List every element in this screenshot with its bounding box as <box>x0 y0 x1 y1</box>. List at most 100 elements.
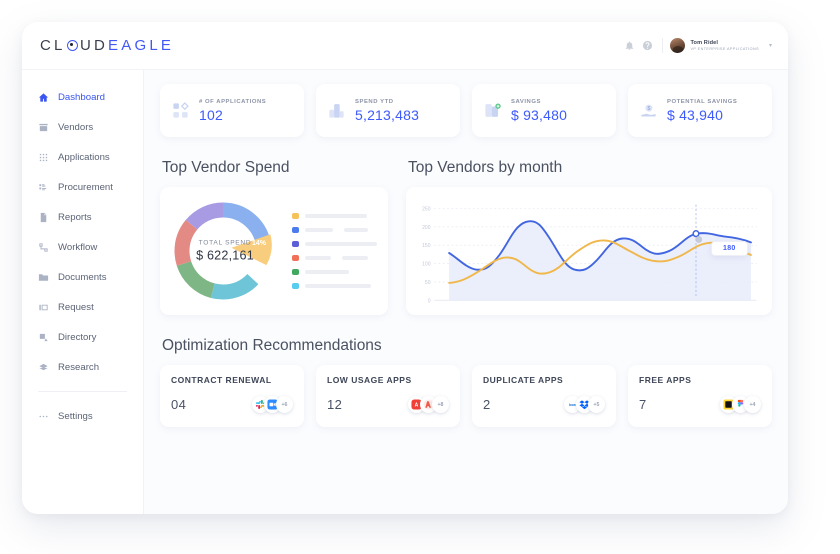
rec-title: DUPLICATE APPS <box>483 375 564 385</box>
legend-item[interactable] <box>292 254 378 262</box>
charts-titles: Top Vendor Spend Top Vendors by month <box>160 137 772 187</box>
kpi-label: SPEND YTD <box>355 98 394 105</box>
legend-swatch <box>292 240 299 248</box>
app-body: Dashboard Vendors Applications Procureme… <box>22 70 788 514</box>
kpi-label: POTENTIAL SAVINGS <box>667 98 738 105</box>
rec-count: 12 <box>327 397 343 412</box>
top-bar-right: Tom Ridel VP ENTERPRISE APPLICATIONS ▾ <box>624 38 772 53</box>
legend-item[interactable] <box>292 212 378 220</box>
rec-count: 04 <box>171 397 187 412</box>
kpi-card-potential-savings[interactable]: $ POTENTIAL SAVINGS $ 43,940 <box>628 84 772 137</box>
svg-text:100: 100 <box>422 261 431 267</box>
rec-bottom: 04 +6 <box>171 396 293 413</box>
rec-card-contract-renewal[interactable]: CONTRACT RENEWAL 04 +6 <box>160 365 304 427</box>
app-window: CL UD EAGLE Tom Ridel VP ENTERPRISE APPL… <box>22 22 788 514</box>
savings-card-icon <box>483 101 502 120</box>
rec-count: 2 <box>483 397 491 412</box>
sidebar-item-procurement[interactable]: Procurement <box>22 172 143 202</box>
sidebar-item-directory[interactable]: Directory <box>22 322 143 352</box>
app-logo[interactable]: CL UD EAGLE <box>40 37 174 54</box>
hover-point <box>692 229 700 238</box>
apps-blocks-icon <box>171 101 190 120</box>
logo-text-part3: EAGLE <box>108 37 175 54</box>
svg-text:A: A <box>415 403 419 409</box>
vendors-by-month-title: Top Vendors by month <box>408 159 563 176</box>
rec-more-badge[interactable]: +4 <box>744 396 761 413</box>
rec-apps: box +5 <box>564 396 605 413</box>
svg-text:box: box <box>569 403 576 407</box>
rec-bottom: 7 +4 <box>639 396 761 413</box>
cart-icon <box>38 182 49 193</box>
svg-text:150: 150 <box>422 243 431 249</box>
vendors-by-month-card: 250 200 150 100 50 0 180 <box>406 187 772 315</box>
rec-card-low-usage-apps[interactable]: LOW USAGE APPS 12 A +8 <box>316 365 460 427</box>
legend-item[interactable] <box>292 268 378 276</box>
charts-row: TOTAL SPEND $ 622,161 14% 250 200 150 10… <box>160 187 772 315</box>
sidebar-label-applications: Applications <box>58 151 110 163</box>
sidebar-item-workflow[interactable]: Workflow <box>22 232 143 262</box>
inbox-icon <box>38 302 49 313</box>
rec-title: CONTRACT RENEWAL <box>171 375 272 385</box>
kpi-card-spend-ytd[interactable]: SPEND YTD 5,213,483 <box>316 84 460 137</box>
legend-swatch <box>292 282 299 290</box>
sidebar-label-dashboard: Dashboard <box>58 91 105 103</box>
sidebar-item-applications[interactable]: Applications <box>22 142 143 172</box>
sidebar-label-settings: Settings <box>58 410 93 422</box>
recommendations-title: Optimization Recommendations <box>162 337 382 354</box>
sidebar-item-vendors[interactable]: Vendors <box>22 112 143 142</box>
sidebar-item-settings[interactable]: Settings <box>22 401 143 431</box>
kpi-value: 102 <box>199 106 223 123</box>
sidebar: Dashboard Vendors Applications Procureme… <box>22 70 144 514</box>
kpi-text: SPEND YTD 5,213,483 <box>355 99 419 123</box>
svg-text:200: 200 <box>422 225 431 231</box>
legend-item[interactable] <box>292 226 378 234</box>
help-icon[interactable] <box>642 40 653 51</box>
sidebar-item-reports[interactable]: Reports <box>22 202 143 232</box>
sidebar-divider <box>38 391 127 392</box>
kpi-card-savings[interactable]: SAVINGS $ 93,480 <box>472 84 616 137</box>
kpi-value: $ 93,480 <box>511 106 568 123</box>
svg-text:$: $ <box>647 106 650 112</box>
folder-icon <box>38 272 49 283</box>
rec-card-duplicate-apps[interactable]: DUPLICATE APPS 2 box +5 <box>472 365 616 427</box>
legend-bar <box>304 269 349 275</box>
legend-bar <box>304 241 377 247</box>
legend-item[interactable] <box>292 282 378 290</box>
sidebar-label-workflow: Workflow <box>58 241 98 253</box>
vendor-spend-title: Top Vendor Spend <box>162 159 290 176</box>
chevron-down-icon[interactable]: ▾ <box>769 42 772 49</box>
title-left: Top Vendor Spend <box>160 137 388 187</box>
home-icon <box>38 92 49 103</box>
rec-card-free-apps[interactable]: FREE APPS 7 +4 <box>628 365 772 427</box>
kpi-text: POTENTIAL SAVINGS $ 43,940 <box>667 99 737 123</box>
sidebar-label-request: Request <box>58 301 94 313</box>
legend-item[interactable] <box>292 240 378 248</box>
rec-apps: +6 <box>252 396 293 413</box>
bell-icon[interactable] <box>624 40 635 51</box>
sidebar-label-documents: Documents <box>58 271 107 283</box>
rec-apps: A +8 <box>408 396 449 413</box>
grid-dots-icon <box>38 152 49 163</box>
kpi-card-applications[interactable]: # OF APPLICATIONS 102 <box>160 84 304 137</box>
legend-swatch <box>292 268 299 276</box>
svg-text:0: 0 <box>428 298 431 304</box>
sidebar-item-documents[interactable]: Documents <box>22 262 143 292</box>
recommendations-row: CONTRACT RENEWAL 04 +6 LOW USAGE APPS 12… <box>160 365 772 427</box>
user-menu[interactable]: Tom Ridel VP ENTERPRISE APPLICATIONS ▾ <box>662 38 772 53</box>
rec-bottom: 2 box +5 <box>483 396 605 413</box>
rec-more-badge[interactable]: +5 <box>588 396 605 413</box>
legend-swatch <box>292 226 299 234</box>
legend-bar <box>343 227 368 233</box>
hand-coin-icon: $ <box>639 101 658 120</box>
donut-chart[interactable]: TOTAL SPEND $ 622,161 14% <box>166 192 284 310</box>
eye-circle-icon <box>66 40 78 51</box>
kpi-value: 5,213,483 <box>355 106 420 123</box>
title-right: Top Vendors by month <box>406 137 772 187</box>
sidebar-item-research[interactable]: Research <box>22 352 143 382</box>
rec-more-badge[interactable]: +6 <box>276 396 293 413</box>
main-content: # OF APPLICATIONS 102 SPEND YTD 5,213,48… <box>144 70 788 514</box>
sidebar-item-request[interactable]: Request <box>22 292 143 322</box>
rec-bottom: 12 A +8 <box>327 396 449 413</box>
sidebar-item-dashboard[interactable]: Dashboard <box>22 82 143 112</box>
rec-more-badge[interactable]: +8 <box>432 396 449 413</box>
